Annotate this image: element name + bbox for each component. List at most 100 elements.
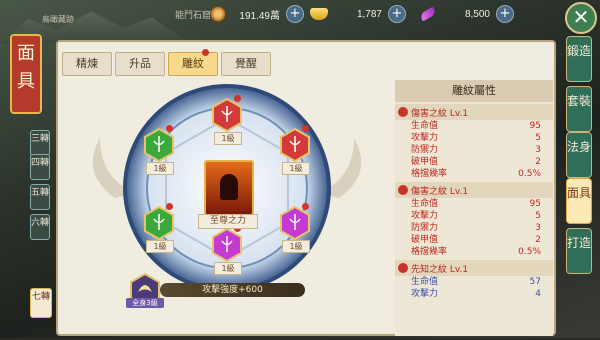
attribute-row: 格擋幾率 0.5% bbox=[395, 246, 553, 258]
turn-tab-5[interactable]: 五轉 bbox=[30, 184, 50, 210]
engrave-node-level: 1級 bbox=[214, 262, 242, 275]
engrave-node-upper-right[interactable] bbox=[280, 127, 310, 164]
resource-feather: 8,500 + bbox=[419, 5, 514, 23]
engrave-wheel: 1級 1級 1級 1級 1級 1級 至尊之力 bbox=[60, 78, 394, 336]
attribute-label: 格擋幾率 bbox=[411, 169, 448, 179]
tab-bar: 精煉 升品 雕紋 覺醒 bbox=[62, 52, 271, 76]
attribute-row: 生命值 57 bbox=[395, 276, 553, 288]
attribute-value: 3 bbox=[535, 223, 541, 233]
attribute-section-header: 傷害之紋 Lv.1 bbox=[395, 104, 553, 120]
attribute-label: 生命值 bbox=[411, 277, 439, 287]
close-icon[interactable]: ✕ bbox=[565, 2, 597, 34]
attribute-label: 格擋幾率 bbox=[411, 247, 448, 257]
node-alert-dot bbox=[166, 125, 173, 132]
attribute-row: 生命值 95 bbox=[395, 120, 553, 132]
attribute-value: 3 bbox=[535, 145, 541, 155]
engrave-node-top[interactable] bbox=[212, 97, 242, 134]
attribute-value: 95 bbox=[529, 121, 541, 131]
attribute-value: 2 bbox=[535, 157, 541, 167]
center-label: 至尊之力 bbox=[198, 214, 258, 229]
attribute-title: 雕紋屬性 bbox=[395, 80, 553, 102]
engrave-gem-icon bbox=[144, 127, 174, 163]
copper-value: 191.49萬 bbox=[239, 10, 280, 22]
right-nav-2[interactable]: 法身 bbox=[566, 132, 592, 178]
engrave-badge-icon bbox=[398, 263, 408, 273]
resource-copper: 191.49萬 + bbox=[210, 5, 304, 23]
turn-tab-6[interactable]: 六轉 bbox=[30, 214, 50, 240]
tab-upgrade[interactable]: 升品 bbox=[115, 52, 165, 76]
attribute-row: 生命值 95 bbox=[395, 198, 553, 210]
top-bar: 鳥瞰藏跡 能鬥石窟 191.49萬 + 1,787 + 8,500 + ✕ bbox=[0, 0, 600, 34]
attribute-row: 破甲值 2 bbox=[395, 156, 553, 168]
attribute-label: 攻擊力 bbox=[411, 211, 439, 221]
purple-feather-icon bbox=[419, 6, 437, 22]
notification-dot bbox=[202, 49, 209, 56]
attribute-label: 防禦力 bbox=[411, 223, 439, 233]
attribute-row: 破甲值 2 bbox=[395, 234, 553, 246]
engrave-gem-icon bbox=[212, 227, 242, 263]
right-nav-0[interactable]: 鍛造 bbox=[566, 36, 592, 82]
add-gold-button[interactable]: + bbox=[388, 5, 406, 23]
attribute-label: 生命值 bbox=[411, 121, 439, 131]
engrave-node-level: 1級 bbox=[146, 162, 174, 175]
copper-coin-icon bbox=[210, 6, 226, 22]
engrave-node-lower-right[interactable] bbox=[280, 205, 310, 242]
attribute-value: 0.5% bbox=[518, 247, 541, 257]
gold-ingot-icon bbox=[310, 8, 328, 20]
attribute-label: 生命值 bbox=[411, 199, 439, 209]
engrave-node-lower-left[interactable] bbox=[144, 205, 174, 242]
attribute-value: 95 bbox=[529, 199, 541, 209]
attribute-label: 防禦力 bbox=[411, 145, 439, 155]
turn-tab-3[interactable]: 三轉 bbox=[30, 130, 50, 156]
full-body-level: 全身3級 bbox=[126, 298, 164, 308]
tab-refine[interactable]: 精煉 bbox=[62, 52, 112, 76]
engrave-gem-icon bbox=[280, 127, 310, 163]
attribute-label: 攻擊力 bbox=[411, 133, 439, 143]
attribute-panel: 雕紋屬性 傷害之紋 Lv.1 生命值 95 攻擊力 5 防禦力 3 破甲值 2 格擋幾率 0.5% 傷… bbox=[395, 80, 553, 336]
tab-awaken[interactable]: 覺醒 bbox=[221, 52, 271, 76]
attribute-row: 防禦力 3 bbox=[395, 222, 553, 234]
resource-gold: 1,787 + bbox=[310, 5, 406, 23]
attribute-label: 破甲值 bbox=[411, 235, 439, 245]
attribute-row: 攻擊力 5 bbox=[395, 210, 553, 222]
engrave-node-upper-left[interactable] bbox=[144, 127, 174, 164]
attribute-section-name: 傷害之紋 Lv.1 bbox=[411, 108, 469, 119]
right-nav-3[interactable]: 面具 bbox=[566, 178, 592, 224]
location-label: 鳥瞰藏跡 bbox=[42, 15, 74, 24]
attribute-section-header: 傷害之紋 Lv.1 bbox=[395, 182, 553, 198]
add-feather-button[interactable]: + bbox=[496, 5, 514, 23]
right-nav-1[interactable]: 套裝 bbox=[566, 86, 592, 132]
attribute-value: 5 bbox=[535, 133, 541, 143]
add-copper-button[interactable]: + bbox=[286, 5, 304, 23]
engrave-gem-icon bbox=[280, 205, 310, 241]
mask-title: 面具 bbox=[10, 34, 42, 114]
attribute-row: 攻擊力 4 bbox=[395, 288, 553, 300]
engrave-badge-icon bbox=[398, 107, 408, 117]
center-engrave-slot[interactable] bbox=[204, 160, 254, 216]
node-alert-dot bbox=[302, 203, 309, 210]
attribute-section-name: 先知之紋 Lv.1 bbox=[411, 264, 469, 275]
attribute-value: 2 bbox=[535, 235, 541, 245]
engrave-node-level: 1級 bbox=[146, 240, 174, 253]
attribute-row: 格擋幾率 0.5% bbox=[395, 168, 553, 180]
engrave-node-level: 1級 bbox=[282, 240, 310, 253]
attribute-value: 0.5% bbox=[518, 169, 541, 179]
engrave-gem-icon bbox=[144, 205, 174, 241]
engrave-node-bottom[interactable] bbox=[212, 227, 242, 264]
turn-tab-4[interactable]: 四轉 bbox=[30, 154, 50, 180]
gold-value: 1,787 bbox=[356, 8, 382, 20]
node-alert-dot bbox=[302, 125, 309, 132]
turn-tab-7[interactable]: 七轉 bbox=[30, 288, 52, 318]
attribute-value: 57 bbox=[529, 277, 541, 287]
attribute-row: 防禦力 3 bbox=[395, 144, 553, 156]
engrave-gem-icon bbox=[212, 97, 242, 133]
flame-figure-icon bbox=[220, 174, 238, 200]
attribute-value: 4 bbox=[535, 289, 541, 299]
sublocation-label: 能鬥石窟 bbox=[175, 11, 212, 21]
engrave-node-level: 1級 bbox=[282, 162, 310, 175]
tab-engrave[interactable]: 雕紋 bbox=[168, 52, 218, 76]
attribute-section-header: 先知之紋 Lv.1 bbox=[395, 260, 553, 276]
right-nav-4[interactable]: 打造 bbox=[566, 228, 592, 274]
attribute-row: 攻擊力 5 bbox=[395, 132, 553, 144]
node-alert-dot bbox=[166, 203, 173, 210]
